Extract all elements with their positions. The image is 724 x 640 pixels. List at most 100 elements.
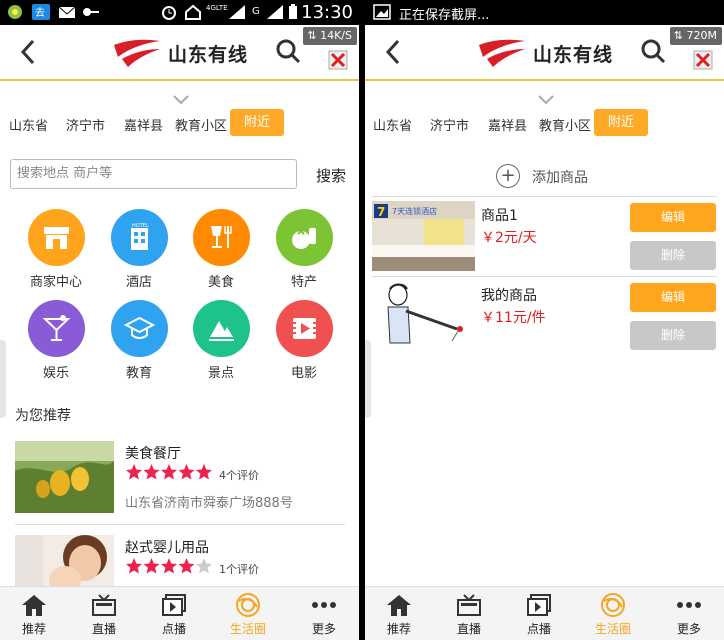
edit-button[interactable]: 编辑 (630, 203, 716, 232)
tv-icon (457, 594, 481, 616)
region-province[interactable]: 山东省 (373, 115, 412, 134)
recommendation-item[interactable]: 赵式婴儿用品 1个评价 (15, 535, 345, 587)
tab-recommend[interactable]: 推荐 (369, 587, 429, 637)
category-entertainment[interactable]: 娱乐 (16, 300, 96, 381)
home-icon (22, 595, 46, 616)
tab-life-circle[interactable]: 生活圈 (218, 587, 278, 637)
chevron-down-icon[interactable] (172, 94, 190, 106)
category-education[interactable]: 教育 (99, 300, 179, 381)
search-input[interactable]: 搜索地点 商户等 (10, 159, 297, 189)
baby-products-thumbnail (15, 535, 114, 587)
tab-label: 直播 (456, 622, 481, 636)
recommendation-name: 赵式婴儿用品 (125, 540, 209, 556)
search-icon[interactable] (640, 38, 666, 64)
more-icon (677, 602, 701, 608)
tab-label: 推荐 (21, 622, 46, 636)
key-icon (83, 8, 99, 16)
shandong-cable-logo: 山东有线 (112, 37, 282, 71)
network-speed-badge: ⇅ 720M (669, 27, 722, 45)
region-district[interactable]: 教育小区 (539, 115, 591, 134)
saving-screenshot-text: 正在保存截屏... (399, 8, 490, 23)
shandong-cable-logo: 山东有线 (477, 37, 647, 71)
category-specialty[interactable]: 特产 (264, 209, 344, 290)
delete-button[interactable]: 删除 (630, 241, 716, 270)
tab-life-circle[interactable]: 生活圈 (583, 587, 643, 637)
tab-recommend[interactable]: 推荐 (4, 587, 64, 637)
speed-value: 14K/S (320, 29, 352, 42)
category-movie[interactable]: 电影 (264, 300, 344, 381)
svg-text:去: 去 (35, 7, 45, 19)
region-city[interactable]: 济宁市 (66, 115, 105, 134)
add-product-button[interactable]: + 添加商品 (365, 162, 724, 194)
cocktail-icon (27, 300, 85, 357)
signal-icon (229, 5, 245, 19)
g-network-icon: G (252, 6, 260, 17)
rating-stars-icon (126, 558, 212, 574)
right-screen: 正在保存截屏... 山东有线 ⇅ 720M 山东省 济宁市 嘉祥县 教育小区 附… (365, 0, 724, 640)
shop-icon (27, 209, 85, 266)
logo-text: 山东有线 (168, 44, 249, 66)
delete-button[interactable]: 删除 (630, 321, 716, 350)
tv-icon (92, 594, 116, 616)
category-label: 美食 (207, 275, 234, 290)
region-nearby[interactable]: 附近 (594, 109, 649, 136)
review-count: 1个评价 (219, 563, 259, 576)
category-scenic-spot[interactable]: 景点 (181, 300, 261, 381)
film-icon (275, 300, 333, 357)
side-drawer-handle[interactable] (0, 340, 6, 418)
tab-vod[interactable]: 点播 (509, 587, 569, 637)
back-arrow-icon[interactable] (381, 37, 405, 67)
logo-text: 山东有线 (533, 44, 614, 66)
logo-swoosh-icon (479, 39, 525, 67)
side-drawer-handle[interactable] (365, 340, 371, 418)
bottom-tab-bar: 推荐 直播 点播 生活圈 更多 (0, 586, 359, 640)
category-hotel[interactable]: HOTEL 酒店 (99, 209, 179, 290)
region-province[interactable]: 山东省 (9, 115, 48, 134)
tab-label: 生活圈 (594, 622, 631, 636)
tab-more[interactable]: 更多 (659, 587, 719, 637)
search-icon[interactable] (275, 38, 301, 64)
tab-live[interactable]: 直播 (439, 587, 499, 637)
tab-vod[interactable]: 点播 (144, 587, 204, 637)
tab-label: 更多 (311, 622, 336, 636)
svg-text:7天连锁酒店: 7天连锁酒店 (392, 206, 437, 216)
tab-live[interactable]: 直播 (74, 587, 134, 637)
close-overlay-icon[interactable] (327, 49, 349, 71)
life-circle-icon (601, 593, 625, 617)
category-merchant-center[interactable]: 商家中心 (16, 209, 96, 290)
divider (15, 524, 345, 525)
product-item[interactable]: 我的商品 ￥11元/件 编辑 删除 (372, 277, 717, 357)
recommendation-item[interactable]: 美食餐厅 4个评价 山东省济南市舜泰广场888号 (15, 441, 345, 516)
network-type: 4GLTE (206, 4, 228, 12)
edit-button[interactable]: 编辑 (630, 283, 716, 312)
region-breadcrumb: 山东省 济宁市 嘉祥县 教育小区 附近 (365, 109, 724, 137)
search-button[interactable]: 搜索 (316, 165, 346, 186)
region-district[interactable]: 教育小区 (175, 115, 227, 134)
chevron-down-icon[interactable] (537, 94, 555, 106)
product-price: ￥2元/天 (481, 230, 537, 246)
tab-label: 点播 (161, 622, 186, 636)
close-overlay-icon[interactable] (692, 49, 714, 71)
review-count: 4个评价 (219, 469, 259, 482)
category-label: 景点 (207, 366, 234, 381)
left-screen: 去 4GLTE G 13:30 山东有线 ⇅ 14K/S 山东省 济宁市 嘉祥县… (0, 0, 359, 640)
region-county[interactable]: 嘉祥县 (488, 115, 527, 134)
product-item[interactable]: 7 7天连锁酒店 商品1 ￥2元/天 编辑 删除 (372, 197, 717, 277)
category-food[interactable]: 美食 (181, 209, 261, 290)
rating-stars-icon (126, 464, 212, 480)
region-county[interactable]: 嘉祥县 (124, 115, 163, 134)
back-arrow-icon[interactable] (16, 37, 40, 67)
plus-icon: + (496, 164, 520, 188)
region-nearby[interactable]: 附近 (230, 109, 285, 136)
logo-swoosh-icon (114, 39, 160, 67)
tab-label: 点播 (526, 622, 551, 636)
category-label: 教育 (125, 366, 152, 381)
alarm-icon (162, 6, 176, 20)
region-city[interactable]: 济宁市 (430, 115, 469, 134)
tab-more[interactable]: 更多 (294, 587, 354, 637)
graduation-cap-icon (110, 300, 168, 357)
restaurant-thumbnail (15, 441, 114, 513)
category-label: 电影 (290, 366, 317, 381)
food-icon (192, 209, 250, 266)
go-notification-icon: 去 (32, 4, 50, 20)
